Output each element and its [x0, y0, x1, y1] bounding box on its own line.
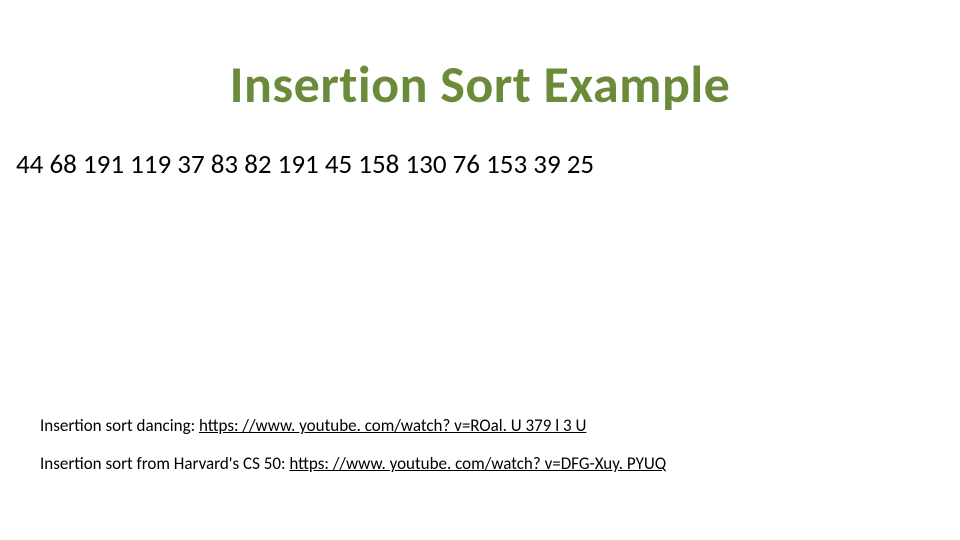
footer-line-1-label: Insertion sort dancing: [40, 415, 199, 436]
number-sequence: 44 68 191 119 37 83 82 191 45 158 130 76… [16, 148, 594, 181]
slide: Insertion Sort Example 44 68 191 119 37 … [0, 0, 960, 540]
slide-title: Insertion Sort Example [0, 52, 960, 116]
footer-line-2-link[interactable]: https: //www. youtube. com/watch? v=DFG-… [289, 453, 666, 474]
footer-line-1-link[interactable]: https: //www. youtube. com/watch? v=ROal… [199, 415, 586, 436]
footer-line-2: Insertion sort from Harvard's CS 50: htt… [40, 445, 666, 482]
footer-line-2-label: Insertion sort from Harvard's CS 50: [40, 453, 289, 474]
footer-line-1: Insertion sort dancing: https: //www. yo… [40, 407, 666, 444]
footer-links: Insertion sort dancing: https: //www. yo… [40, 407, 666, 482]
